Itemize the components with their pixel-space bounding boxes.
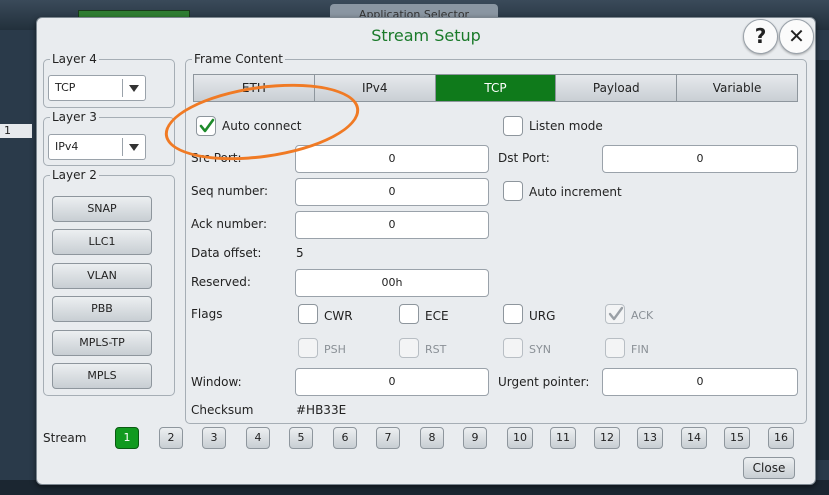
fin-checkbox: [605, 338, 625, 358]
layer3-legend: Layer 3: [52, 110, 97, 124]
stream-button-16[interactable]: 16: [768, 427, 794, 449]
row-number: 1: [0, 124, 32, 138]
stream-button-3[interactable]: 3: [202, 427, 226, 449]
close-x-button[interactable]: ✕: [779, 19, 814, 54]
syn-checkbox: [503, 338, 523, 358]
data-offset-value: 5: [296, 246, 304, 260]
stream-button-4[interactable]: 4: [246, 427, 270, 449]
cwr-label: CWR: [324, 309, 353, 323]
stream-button-8[interactable]: 8: [420, 427, 444, 449]
stream-button-12[interactable]: 12: [594, 427, 620, 449]
stream-button-10[interactable]: 10: [507, 427, 533, 449]
reserved-label: Reserved:: [191, 275, 251, 289]
seq-number-input[interactable]: 0: [295, 178, 489, 206]
dialog-title: Stream Setup: [371, 26, 481, 45]
stream-button-14[interactable]: 14: [681, 427, 707, 449]
psh-checkbox: [298, 338, 318, 358]
layer4-select[interactable]: TCP: [48, 75, 146, 101]
close-button[interactable]: Close: [743, 457, 795, 479]
stream-button-7[interactable]: 7: [376, 427, 400, 449]
chevron-down-icon: [129, 85, 139, 92]
auto-increment-label: Auto increment: [529, 185, 622, 199]
dst-port-label: Dst Port:: [498, 151, 550, 165]
ack-number-input[interactable]: 0: [295, 211, 489, 239]
stream-label: Stream: [43, 431, 87, 445]
layer3-select[interactable]: IPv4: [48, 134, 146, 160]
ack-flag-checkbox: [605, 304, 625, 324]
urgent-pointer-input[interactable]: 0: [602, 368, 798, 396]
layer4-value: TCP: [55, 81, 76, 94]
fin-label: FIN: [631, 343, 649, 356]
psh-label: PSH: [324, 343, 346, 356]
layer2-vlan-button[interactable]: VLAN: [52, 263, 152, 289]
layer2-legend: Layer 2: [52, 168, 97, 182]
window-input[interactable]: 0: [295, 368, 489, 396]
rst-checkbox: [399, 338, 419, 358]
src-port-input[interactable]: 0: [295, 145, 489, 173]
checksum-label: Checksum: [191, 403, 254, 417]
stream-button-6[interactable]: 6: [333, 427, 357, 449]
layer2-llc1-button[interactable]: LLC1: [52, 229, 152, 255]
divider: [122, 138, 123, 156]
urg-checkbox[interactable]: [503, 304, 523, 324]
stream-button-1[interactable]: 1: [115, 427, 139, 449]
ece-label: ECE: [425, 309, 449, 323]
layer3-value: IPv4: [55, 140, 79, 153]
syn-label: SYN: [529, 343, 551, 356]
stream-button-9[interactable]: 9: [463, 427, 487, 449]
stream-button-11[interactable]: 11: [550, 427, 576, 449]
ack-flag-label: ACK: [631, 309, 654, 322]
tab-tcp[interactable]: TCP: [435, 75, 557, 101]
stream-button-5[interactable]: 5: [289, 427, 313, 449]
urg-label: URG: [529, 309, 556, 323]
layer2-mpls-button[interactable]: MPLS: [52, 363, 152, 389]
layer4-legend: Layer 4: [52, 52, 97, 66]
layer2-pbb-button[interactable]: PBB: [52, 296, 152, 322]
ece-checkbox[interactable]: [399, 304, 419, 324]
listen-mode-label: Listen mode: [529, 119, 603, 133]
cwr-checkbox[interactable]: [298, 304, 318, 324]
ack-number-label: Ack number:: [191, 217, 268, 231]
frame-content-legend: Frame Content: [194, 52, 283, 66]
urgent-pointer-label: Urgent pointer:: [498, 375, 590, 389]
help-button[interactable]: ?: [743, 19, 778, 54]
divider: [122, 79, 123, 97]
seq-number-label: Seq number:: [191, 184, 269, 198]
checksum-value: #HB33E: [296, 403, 347, 417]
tab-payload[interactable]: Payload: [556, 75, 678, 101]
chevron-down-icon: [129, 144, 139, 151]
data-offset-label: Data offset:: [191, 246, 262, 260]
auto-increment-checkbox[interactable]: [503, 181, 523, 201]
rst-label: RST: [425, 343, 447, 356]
reserved-input[interactable]: 00h: [295, 269, 489, 297]
stream-button-2[interactable]: 2: [159, 427, 183, 449]
tab-variable[interactable]: Variable: [677, 75, 797, 101]
dst-port-input[interactable]: 0: [602, 145, 798, 173]
stream-button-13[interactable]: 13: [637, 427, 663, 449]
layer2-snap-button[interactable]: SNAP: [52, 196, 152, 222]
flags-label: Flags: [191, 307, 223, 321]
listen-mode-checkbox[interactable]: [503, 116, 523, 136]
window-label: Window:: [191, 375, 242, 389]
layer2-mpls-tp-button[interactable]: MPLS-TP: [52, 330, 152, 356]
stream-button-15[interactable]: 15: [724, 427, 750, 449]
